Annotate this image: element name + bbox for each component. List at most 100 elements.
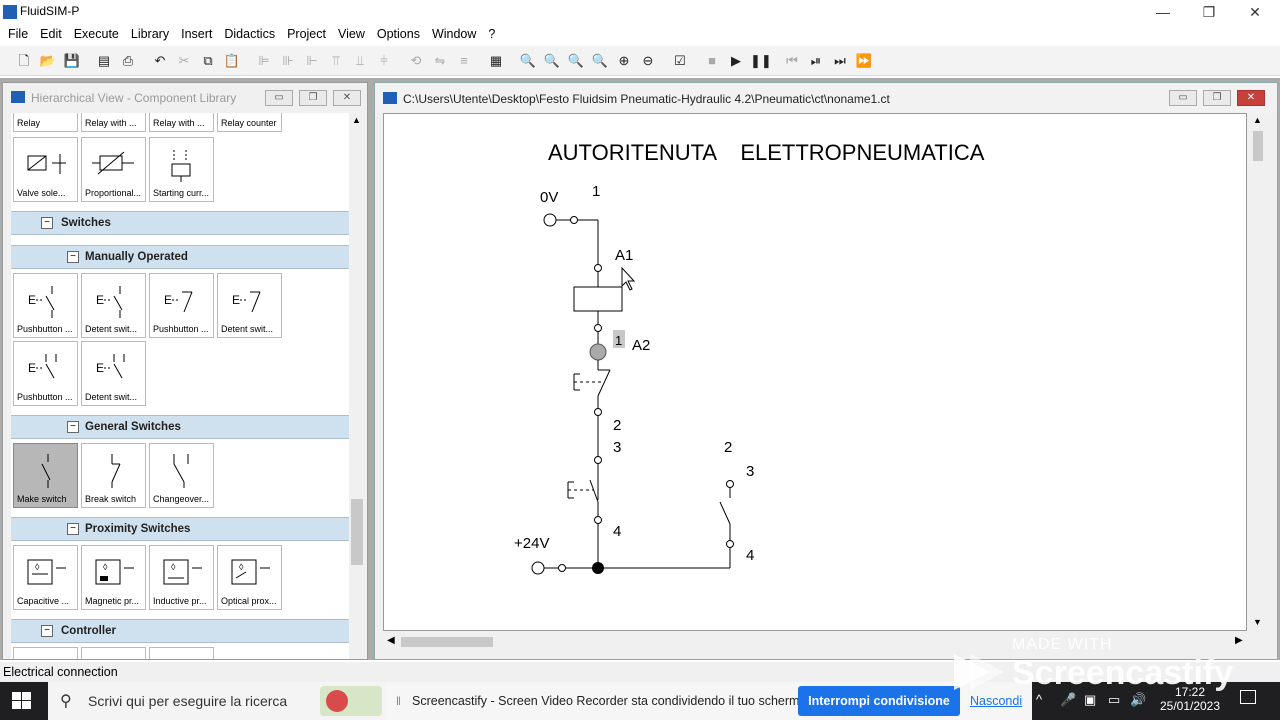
stop-sharing-button[interactable]: Interrompi condivisione: [798, 686, 960, 716]
library-close-button[interactable]: ✕: [333, 90, 361, 106]
detent-switch-break-tile[interactable]: E Detent swit...: [217, 273, 282, 338]
undo-icon[interactable]: ↶: [150, 51, 170, 71]
collapse-icon[interactable]: −: [67, 421, 79, 433]
drawing-vertical-scrollbar[interactable]: ▲ ▼: [1249, 113, 1267, 631]
valve-solenoid-tile[interactable]: Valve sole...: [13, 137, 78, 202]
rotate-icon[interactable]: ⟲: [406, 51, 426, 71]
relay-with-delay-tile[interactable]: Relay with ...: [81, 113, 146, 132]
scroll-thumb[interactable]: [1253, 131, 1263, 161]
minimize-button[interactable]: —: [1140, 0, 1186, 24]
align-bottom-icon[interactable]: ⫩: [374, 51, 394, 71]
close-button[interactable]: ✕: [1232, 0, 1278, 24]
menu-edit[interactable]: Edit: [34, 25, 68, 43]
category-general-switches[interactable]: − General Switches: [11, 415, 349, 439]
changeover-switch-tile[interactable]: Changeover...: [149, 443, 214, 508]
zoom-page-icon[interactable]: 🔍: [590, 51, 610, 71]
collapse-icon[interactable]: −: [67, 251, 79, 263]
menu-library[interactable]: Library: [125, 25, 175, 43]
align-middle-icon[interactable]: ⫫: [350, 51, 370, 71]
library-maximize-button[interactable]: ❐: [299, 90, 327, 106]
play-icon[interactable]: ▶: [726, 51, 746, 71]
category-controller[interactable]: − Controller: [11, 619, 349, 643]
taskbar-search-box[interactable]: ⚲ Scrivi qui per eseguire la ricerca: [48, 682, 386, 720]
start-pushbutton-blade[interactable]: [589, 479, 599, 503]
terminal-0v[interactable]: [543, 213, 557, 227]
zoom-window-icon[interactable]: 🔍: [542, 51, 562, 71]
library-minimize-button[interactable]: ▭: [265, 90, 293, 106]
distribute-icon[interactable]: ≡: [454, 51, 474, 71]
relay-with-off-delay-tile[interactable]: Relay with ...: [149, 113, 214, 132]
category-manually-operated[interactable]: − Manually Operated: [11, 245, 349, 269]
collapse-icon[interactable]: −: [41, 217, 53, 229]
drawing-canvas[interactable]: AUTORITENUTA ELETTROPNEUMATICA 0V 1 A1 1…: [383, 113, 1247, 631]
detent-switch-make-tile[interactable]: E Detent swit...: [81, 273, 146, 338]
menu-view[interactable]: View: [332, 25, 371, 43]
indicator-lamp[interactable]: [589, 343, 607, 361]
inductive-sensor-tile[interactable]: ◊ Inductive pr...: [149, 545, 214, 610]
grid-icon[interactable]: ▦: [486, 51, 506, 71]
drawing-maximize-button[interactable]: ❐: [1203, 90, 1231, 106]
pushbutton-break-tile[interactable]: E Pushbutton ...: [149, 273, 214, 338]
library-scrollbar[interactable]: ▲: [349, 113, 365, 659]
controller-tile[interactable]: [149, 647, 214, 659]
align-right-icon[interactable]: ⊩: [302, 51, 322, 71]
zoom-out-icon[interactable]: ⊖: [638, 51, 658, 71]
proportional-tile[interactable]: Proportional...: [81, 137, 146, 202]
drawing-close-button[interactable]: ✕: [1237, 90, 1265, 106]
menu-project[interactable]: Project: [281, 25, 332, 43]
zoom-1to1-icon[interactable]: 🔍: [518, 51, 538, 71]
detent-switch-changeover-tile[interactable]: E Detent swit...: [81, 341, 146, 406]
relay-counter-tile[interactable]: Relay counter: [217, 113, 282, 132]
volume-icon[interactable]: 🔊: [1130, 692, 1146, 708]
stop-icon[interactable]: ■: [702, 51, 722, 71]
print-preview-icon[interactable]: ▤: [94, 51, 114, 71]
run-to-end-icon[interactable]: ⏭: [830, 51, 850, 71]
microphone-icon[interactable]: 🎤: [1060, 692, 1076, 708]
collapse-icon[interactable]: −: [41, 625, 53, 637]
hide-link[interactable]: Nascondi: [970, 694, 1022, 708]
scroll-thumb[interactable]: [351, 499, 363, 565]
save-icon[interactable]: 💾: [62, 51, 82, 71]
print-icon[interactable]: ⎙: [118, 51, 138, 71]
make-switch-tile[interactable]: Make switch: [13, 443, 78, 508]
scroll-down-icon[interactable]: ▼: [1253, 617, 1262, 627]
copy-icon[interactable]: ⧉: [198, 51, 218, 71]
optical-sensor-tile[interactable]: ◊ Optical prox...: [217, 545, 282, 610]
pushbutton-changeover-tile[interactable]: E Pushbutton ...: [13, 341, 78, 406]
maximize-button[interactable]: ❐: [1186, 0, 1232, 24]
reset-icon[interactable]: ⏮: [782, 51, 802, 71]
menu-options[interactable]: Options: [371, 25, 426, 43]
relay-tile[interactable]: Relay: [13, 113, 78, 132]
align-left-icon[interactable]: ⊫: [254, 51, 274, 71]
menu-insert[interactable]: Insert: [175, 25, 218, 43]
notification-center-icon[interactable]: [1240, 690, 1256, 704]
menu-didactics[interactable]: Didactics: [218, 25, 281, 43]
scroll-up-icon[interactable]: ▲: [352, 115, 361, 125]
new-file-icon[interactable]: 🗋: [14, 51, 34, 71]
menu-file[interactable]: File: [2, 25, 34, 43]
tray-chevron-icon[interactable]: ^: [1036, 692, 1042, 707]
step-icon[interactable]: ⏯: [806, 51, 826, 71]
zoom-in-icon[interactable]: ⊕: [614, 51, 634, 71]
battery-icon[interactable]: ▭: [1108, 692, 1120, 708]
capacitive-sensor-tile[interactable]: ◊ Capacitive ...: [13, 545, 78, 610]
align-top-icon[interactable]: ⫪: [326, 51, 346, 71]
windows-start-icon[interactable]: [12, 692, 32, 710]
check-drawing-icon[interactable]: ☑: [670, 51, 690, 71]
collapse-icon[interactable]: −: [67, 523, 79, 535]
display-icon[interactable]: ▣: [1084, 692, 1096, 708]
pushbutton-make-tile[interactable]: E Pushbutton ...: [13, 273, 78, 338]
paste-icon[interactable]: 📋: [222, 51, 242, 71]
open-folder-icon[interactable]: 📂: [38, 51, 58, 71]
scroll-thumb[interactable]: [401, 637, 493, 647]
terminal-24v[interactable]: [531, 561, 545, 575]
magnetic-sensor-tile[interactable]: ◊ Magnetic pr...: [81, 545, 146, 610]
fast-forward-icon[interactable]: ⏩: [854, 51, 874, 71]
drag-handle-icon[interactable]: ‖: [396, 694, 401, 708]
cut-icon[interactable]: ✂: [174, 51, 194, 71]
mirror-icon[interactable]: ⇋: [430, 51, 450, 71]
hold-contact-blade[interactable]: [719, 501, 731, 525]
stop-pushbutton-blade[interactable]: [597, 369, 611, 397]
pause-icon[interactable]: ❚❚: [750, 51, 772, 71]
drawing-minimize-button[interactable]: ▭: [1169, 90, 1197, 106]
